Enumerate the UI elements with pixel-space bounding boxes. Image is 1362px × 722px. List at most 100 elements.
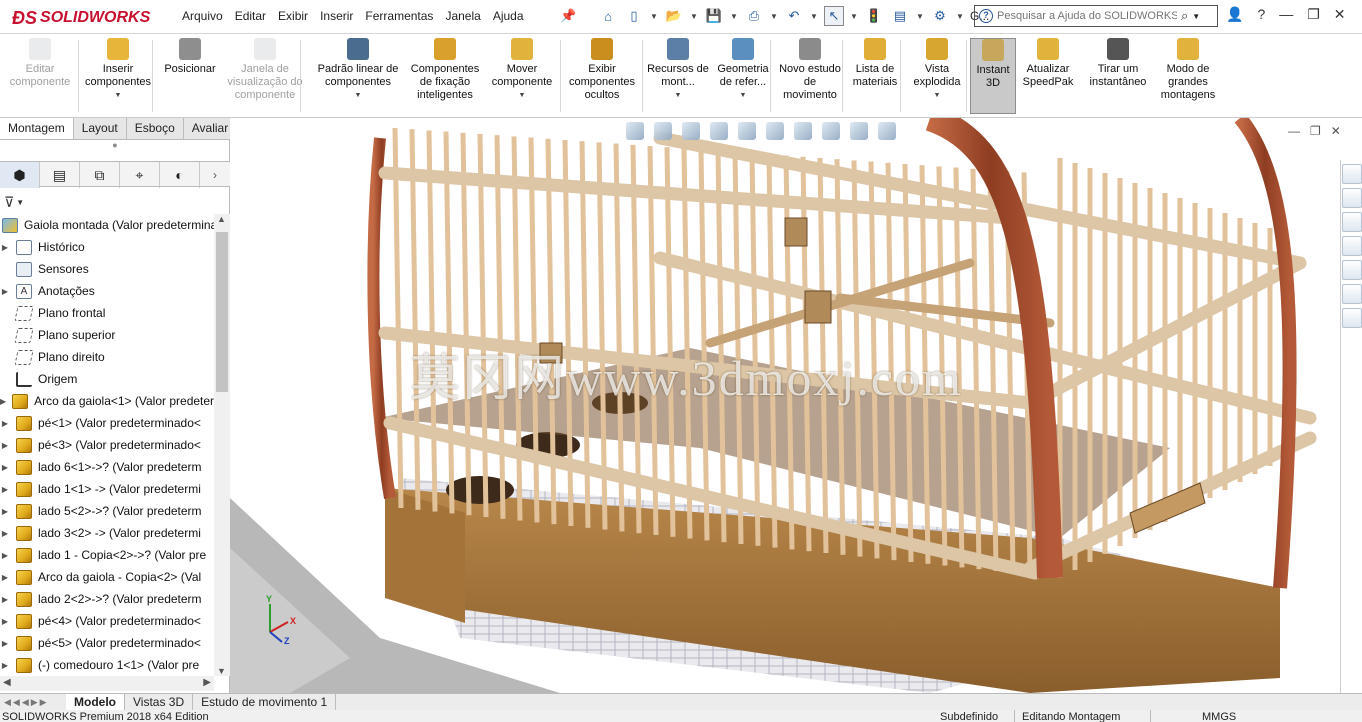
tree-item[interactable]: Plano superior (0, 324, 214, 346)
graphics-viewport[interactable]: — ❐ ✕ 莫冈网www.3dmoxj.com Y X Z (230, 118, 1340, 693)
previous-view-icon[interactable] (682, 122, 700, 140)
apply-scene-icon[interactable] (850, 122, 868, 140)
expand-arrow-icon[interactable]: ▶ (0, 595, 10, 604)
tree-horizontal-scrollbar[interactable]: ◀ ▶ (0, 676, 214, 691)
restore-icon[interactable]: ❐ (1310, 124, 1321, 138)
section-view-icon[interactable] (710, 122, 728, 140)
status-units[interactable]: MMGS (1202, 710, 1236, 722)
tree-item[interactable]: ▶ pé<4> (Valor predeterminado< (0, 610, 214, 632)
chevron-down-icon[interactable]: ▼ (690, 12, 698, 21)
expand-arrow-icon[interactable]: ▶ (0, 243, 10, 252)
expand-arrow-icon[interactable]: ▶ (0, 573, 10, 582)
chevron-down-icon[interactable]: ▼ (850, 12, 858, 21)
help-icon[interactable]: ? (1257, 6, 1265, 23)
tree-item[interactable]: ▶ Arco da gaiola - Copia<2> (Val (0, 566, 214, 588)
expand-arrow-icon[interactable]: ▶ (0, 463, 10, 472)
chevron-right-icon[interactable]: › (200, 162, 230, 188)
tab-navigation-arrows[interactable]: ◀◀◀▶▶ (0, 697, 66, 708)
expand-arrow-icon[interactable]: ▶ (0, 551, 10, 560)
cmd-exploded-view-button[interactable]: Vista explodida ▼ (906, 38, 968, 114)
scroll-up-icon[interactable]: ▲ (217, 214, 226, 224)
tree-item[interactable]: Plano frontal (0, 302, 214, 324)
close-icon[interactable]: ✕ (1334, 6, 1346, 23)
expand-arrow-icon[interactable]: ▶ (0, 441, 10, 450)
expand-arrow-icon[interactable]: ▶ (0, 529, 10, 538)
chevron-down-icon[interactable]: ▼ (934, 89, 941, 102)
print-icon[interactable]: ⎙ (744, 6, 764, 26)
custom-properties-icon[interactable] (1342, 284, 1362, 304)
chevron-down-icon[interactable]: ▼ (810, 12, 818, 21)
expand-arrow-icon[interactable]: ▶ (0, 507, 10, 516)
cmd-move-component-button[interactable]: Mover componente ▼ (488, 38, 556, 114)
tab-1[interactable]: Layout (74, 118, 127, 139)
chevron-down-icon[interactable]: ▼ (956, 12, 964, 21)
display-manager-tab-icon[interactable]: ◐ (160, 162, 200, 188)
appearances-icon[interactable] (1342, 260, 1362, 280)
tree-item[interactable]: ▶ A Anotações (0, 280, 214, 302)
restore-icon[interactable]: ❐ (1307, 6, 1320, 23)
scroll-thumb[interactable] (216, 232, 228, 392)
tree-item[interactable]: ▶ pé<3> (Valor predeterminado< (0, 434, 214, 456)
menu-item-0[interactable]: Arquivo (176, 9, 229, 23)
filter-icon[interactable]: ⊽ (4, 194, 14, 211)
dimxpert-tab-icon[interactable]: ⌖ (120, 162, 160, 188)
new-document-icon[interactable]: ▯ (624, 6, 644, 26)
zoom-area-icon[interactable] (654, 122, 672, 140)
solidworks-resources-icon[interactable] (1342, 164, 1362, 184)
minimize-icon[interactable]: — (1279, 6, 1293, 23)
solidworks-logo[interactable]: ƉS SOLIDWORKS (12, 4, 154, 32)
cmd-mate-button[interactable]: Posicionar (158, 38, 222, 114)
scroll-down-icon[interactable]: ▼ (217, 666, 226, 676)
panel-grip-icon[interactable]: ● (0, 140, 230, 156)
save-icon[interactable]: 💾 (704, 6, 724, 26)
tab-2[interactable]: Esboço (127, 118, 184, 139)
cmd-component-preview-button[interactable]: Janela de visualização do componente (222, 38, 308, 114)
tree-item[interactable]: ▶ lado 1 - Copia<2>->? (Valor pre (0, 544, 214, 566)
tree-item[interactable]: Sensores (0, 258, 214, 280)
traffic-light-icon[interactable]: 🚦 (864, 6, 884, 26)
tree-item[interactable]: ▶ Histórico (0, 236, 214, 258)
chevron-down-icon[interactable]: ▼ (355, 89, 362, 102)
chevron-down-icon[interactable]: ▼ (916, 12, 924, 21)
open-folder-icon[interactable]: 📂 (664, 6, 684, 26)
chevron-down-icon[interactable]: ▼ (1192, 12, 1200, 21)
file-explorer-icon[interactable] (1342, 212, 1362, 232)
tree-item[interactable]: ▶ pé<5> (Valor predeterminado< (0, 632, 214, 654)
home-icon[interactable]: ⌂ (598, 6, 618, 26)
tree-item[interactable]: ▶ pé<1> (Valor predeterminado< (0, 412, 214, 434)
gear-icon[interactable]: ⚙ (930, 6, 950, 26)
chevron-down-icon[interactable]: ▼ (519, 89, 526, 102)
user-icon[interactable]: 👤 (1226, 6, 1243, 23)
view-orientation-icon[interactable] (738, 122, 756, 140)
cmd-linear-pattern-button[interactable]: Padrão linear de componentes ▼ (310, 38, 406, 114)
tree-item[interactable]: ▶ lado 1<1> -> (Valor predetermi (0, 478, 214, 500)
cmd-bom-button[interactable]: Lista de materiais (848, 38, 902, 114)
bottom-tab-2[interactable]: Estudo de movimento 1 (193, 694, 337, 710)
scroll-right-icon[interactable]: ▶ (203, 677, 211, 688)
hide-show-items-icon[interactable] (794, 122, 812, 140)
display-style-icon[interactable] (766, 122, 784, 140)
expand-arrow-icon[interactable]: ▶ (0, 639, 10, 648)
tab-0[interactable]: Montagem (0, 118, 74, 139)
tree-item[interactable]: ▶ Arco da gaiola<1> (Valor predeterminado… (0, 390, 214, 412)
help-search[interactable]: ? ⌕ ▼ (974, 5, 1218, 27)
cmd-assembly-features-button[interactable]: Recursos de mont... ▼ (646, 38, 710, 114)
view-settings-icon[interactable] (878, 122, 896, 140)
file-properties-icon[interactable]: ▤ (890, 6, 910, 26)
cmd-reference-geometry-button[interactable]: Geometria de refer... ▼ (712, 38, 774, 114)
zoom-to-fit-icon[interactable] (626, 122, 644, 140)
scroll-left-icon[interactable]: ◀ (3, 677, 11, 688)
feature-tree-tab-icon[interactable]: ⬢ (0, 162, 40, 188)
menu-item-6[interactable]: Ajuda (487, 9, 530, 23)
chevron-down-icon[interactable]: ▼ (16, 198, 24, 207)
tree-item[interactable]: ▶ lado 6<1>->? (Valor predeterm (0, 456, 214, 478)
menu-item-1[interactable]: Editar (229, 9, 272, 23)
bottom-tab-0[interactable]: Modelo (66, 694, 125, 710)
menu-item-3[interactable]: Inserir (314, 9, 359, 23)
cmd-smart-fasteners-button[interactable]: Componentes de fixação inteligentes (404, 38, 486, 114)
design-library-icon[interactable] (1342, 188, 1362, 208)
cmd-snapshot-button[interactable]: Tirar um instantâneo (1084, 38, 1152, 114)
chevron-down-icon[interactable]: ▼ (650, 12, 658, 21)
cmd-insert-components-button[interactable]: Inserir componentes ▼ (82, 38, 154, 114)
chevron-down-icon[interactable]: ▼ (740, 89, 747, 102)
